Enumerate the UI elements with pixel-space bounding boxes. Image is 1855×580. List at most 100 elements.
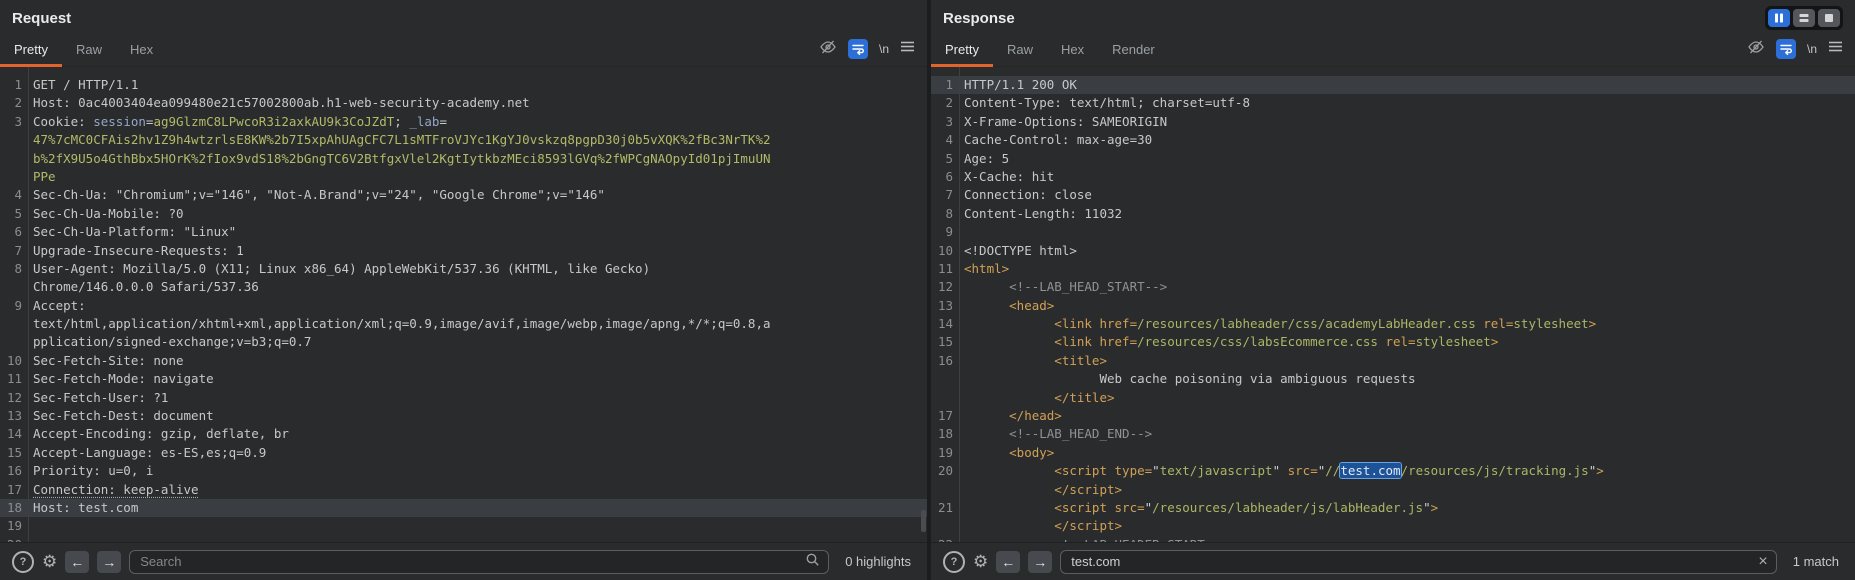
code-row[interactable]: 3X-Frame-Options: SAMEORIGIN — [931, 113, 1855, 131]
code-row[interactable]: 3Cookie: session=ag9GlzmC8LPwcoR3i2axkAU… — [0, 113, 927, 131]
code-row[interactable]: 9 — [931, 223, 1855, 241]
previous-match-button[interactable]: ← — [996, 551, 1020, 573]
next-match-button[interactable]: → — [1028, 551, 1052, 573]
code-row[interactable]: 18 <!--LAB_HEAD_END--> — [931, 425, 1855, 443]
visibility-toggle-icon[interactable] — [819, 38, 837, 61]
settings-gear-icon[interactable]: ⚙ — [42, 553, 57, 570]
code-row[interactable]: 12Sec-Fetch-User: ?1 — [0, 389, 927, 407]
code-text: X-Frame-Options: SAMEORIGIN — [953, 113, 1167, 131]
code-row[interactable]: 14 <link href=/resources/labheader/css/a… — [931, 315, 1855, 333]
help-icon[interactable]: ? — [943, 551, 965, 573]
line-number: 9 — [0, 297, 22, 315]
code-row[interactable]: Web cache poisoning via ambiguous reques… — [931, 370, 1855, 388]
code-row[interactable]: 16 <title> — [931, 352, 1855, 370]
wrap-lines-icon[interactable] — [1776, 39, 1796, 59]
code-row[interactable]: 4Sec-Ch-Ua: "Chromium";v="146", "Not-A.B… — [0, 186, 927, 204]
code-row[interactable]: 2Host: 0ac4003404ea099480e21c57002800ab.… — [0, 94, 927, 112]
code-row[interactable]: 13 <head> — [931, 297, 1855, 315]
code-row[interactable]: b%2fX9U5o4GthBbx5HOrK%2fIox9vdS18%2bGngT… — [0, 150, 927, 168]
code-row[interactable]: 21 <script src="/resources/labheader/js/… — [931, 499, 1855, 517]
newline-icon[interactable]: \n — [1807, 42, 1817, 56]
single-layout-button[interactable] — [1818, 9, 1840, 27]
code-row[interactable]: 10<!DOCTYPE html> — [931, 242, 1855, 260]
newline-icon[interactable]: \n — [879, 42, 889, 56]
code-row[interactable]: 20 — [0, 536, 927, 542]
code-row[interactable]: 12 <!--LAB_HEAD_START--> — [931, 278, 1855, 296]
code-row[interactable]: </title> — [931, 389, 1855, 407]
code-row[interactable]: 16Priority: u=0, i — [0, 462, 927, 480]
code-row[interactable]: 13Sec-Fetch-Dest: document — [0, 407, 927, 425]
code-row[interactable]: 9Accept: — [0, 297, 927, 315]
request-tab-pretty[interactable]: Pretty — [0, 32, 62, 66]
response-editor[interactable]: 1HTTP/1.1 200 OK2Content-Type: text/html… — [931, 67, 1855, 542]
code-row[interactable]: PPe — [0, 168, 927, 186]
code-row[interactable]: 20 <script type="text/javascript" src="/… — [931, 462, 1855, 480]
code-row[interactable]: 6X-Cache: hit — [931, 168, 1855, 186]
code-row[interactable]: 17 </head> — [931, 407, 1855, 425]
help-icon[interactable]: ? — [12, 551, 34, 573]
code-text: <link href=/resources/css/labsEcommerce.… — [953, 333, 1498, 351]
code-row[interactable]: pplication/signed-exchange;v=b3;q=0.7 — [0, 333, 927, 351]
magnifier-icon[interactable] — [805, 552, 820, 572]
code-row[interactable]: 10Sec-Fetch-Site: none — [0, 352, 927, 370]
code-row[interactable]: 15Accept-Language: es-ES,es;q=0.9 — [0, 444, 927, 462]
code-row[interactable]: 5Sec-Ch-Ua-Mobile: ?0 — [0, 205, 927, 223]
rows-layout-button[interactable] — [1793, 9, 1815, 27]
request-search-input[interactable] — [138, 553, 805, 570]
line-number: 22 — [931, 536, 953, 542]
code-row[interactable]: 11Sec-Fetch-Mode: navigate — [0, 370, 927, 388]
response-tab-hex[interactable]: Hex — [1047, 32, 1098, 66]
code-row[interactable]: text/html,application/xhtml+xml,applicat… — [0, 315, 927, 333]
line-number: 12 — [931, 278, 953, 296]
wrap-lines-icon[interactable] — [848, 39, 868, 59]
code-row[interactable]: 1GET / HTTP/1.1 — [0, 76, 927, 94]
code-row[interactable]: 47%7cMC0CFAis2hv1Z9h4wtzrlsE8KW%2b7I5xpA… — [0, 131, 927, 149]
code-text: <!--LAB_HEAD_END--> — [953, 425, 1152, 443]
menu-icon[interactable] — [1828, 40, 1843, 58]
response-tab-pretty[interactable]: Pretty — [931, 32, 993, 66]
code-row[interactable]: 19 <body> — [931, 444, 1855, 462]
code-row[interactable]: 17Connection: keep-alive — [0, 481, 927, 499]
request-tab-hex[interactable]: Hex — [116, 32, 167, 66]
request-scrollbar-thumb[interactable] — [921, 510, 926, 532]
visibility-toggle-icon[interactable] — [1747, 38, 1765, 61]
code-row[interactable]: 4Cache-Control: max-age=30 — [931, 131, 1855, 149]
code-row[interactable]: 18Host: test.com — [0, 499, 927, 517]
code-row[interactable]: 5Age: 5 — [931, 150, 1855, 168]
code-row[interactable]: </script> — [931, 481, 1855, 499]
code-row[interactable]: 15 <link href=/resources/css/labsEcommer… — [931, 333, 1855, 351]
response-tab-raw[interactable]: Raw — [993, 32, 1047, 66]
response-tab-render[interactable]: Render — [1098, 32, 1169, 66]
code-row[interactable]: 14Accept-Encoding: gzip, deflate, br — [0, 425, 927, 443]
menu-icon[interactable] — [900, 40, 915, 58]
line-number: 4 — [931, 131, 953, 149]
line-number — [0, 131, 22, 149]
code-row[interactable]: 11<html> — [931, 260, 1855, 278]
code-row[interactable]: </script> — [931, 517, 1855, 535]
code-row[interactable]: 6Sec-Ch-Ua-Platform: "Linux" — [0, 223, 927, 241]
line-number: 13 — [931, 297, 953, 315]
code-row[interactable]: 8Content-Length: 11032 — [931, 205, 1855, 223]
code-text: Sec-Fetch-User: ?1 — [22, 389, 168, 407]
code-text: <body> — [953, 444, 1054, 462]
columns-layout-button[interactable] — [1768, 9, 1790, 27]
request-search-bar: ? ⚙ ← → 0 highlights — [0, 542, 927, 580]
previous-match-button[interactable]: ← — [65, 551, 89, 573]
line-number: 17 — [0, 481, 22, 499]
line-number: 14 — [0, 425, 22, 443]
code-row[interactable]: 7Upgrade-Insecure-Requests: 1 — [0, 242, 927, 260]
settings-gear-icon[interactable]: ⚙ — [973, 553, 988, 570]
code-row[interactable]: 22 <!--LAB_HEADER_START--> — [931, 536, 1855, 542]
code-row[interactable]: 7Connection: close — [931, 186, 1855, 204]
code-row[interactable]: 19 — [0, 517, 927, 535]
request-editor[interactable]: 1GET / HTTP/1.12Host: 0ac4003404ea099480… — [0, 67, 927, 542]
response-search-input[interactable] — [1069, 553, 1752, 570]
code-row[interactable]: 1HTTP/1.1 200 OK — [931, 76, 1855, 94]
clear-search-icon[interactable]: × — [1752, 554, 1767, 570]
code-text: </head> — [953, 407, 1062, 425]
code-row[interactable]: 8User-Agent: Mozilla/5.0 (X11; Linux x86… — [0, 260, 927, 278]
request-tab-raw[interactable]: Raw — [62, 32, 116, 66]
code-row[interactable]: 2Content-Type: text/html; charset=utf-8 — [931, 94, 1855, 112]
code-row[interactable]: Chrome/146.0.0.0 Safari/537.36 — [0, 278, 927, 296]
next-match-button[interactable]: → — [97, 551, 121, 573]
